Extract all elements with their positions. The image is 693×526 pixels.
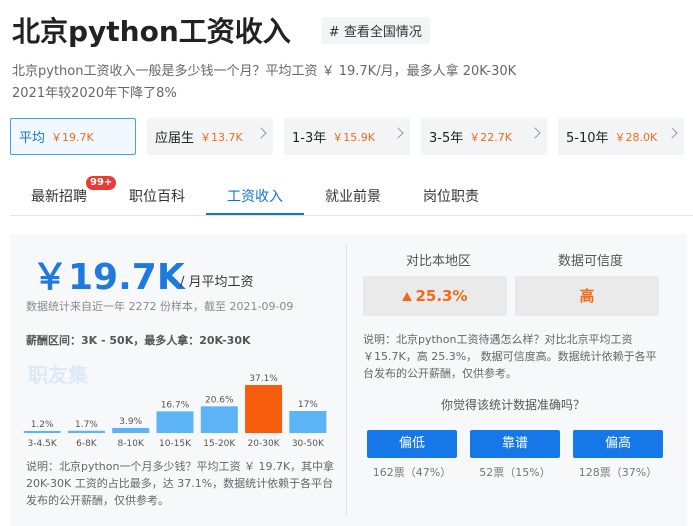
tab-label: 就业前景 xyxy=(325,189,381,205)
level-value: ￥15.9K xyxy=(332,130,375,144)
vote-low-button[interactable]: 偏低 xyxy=(367,430,457,458)
chevron-right-icon xyxy=(666,127,678,139)
salary-unit: / 月平均工资 xyxy=(180,275,254,290)
level-value: ￥28.0K xyxy=(614,130,658,144)
divider xyxy=(346,244,347,516)
level-value: ￥22.7K xyxy=(469,130,512,144)
level-card-graduate[interactable]: 应届生 ￥13.7K xyxy=(147,118,273,155)
category-label: 3-4.5K xyxy=(28,439,58,449)
level-card-3-5-years[interactable]: 3-5年 ￥22.7K xyxy=(421,118,547,155)
chart-bar xyxy=(23,431,61,433)
sample-note: 数据统计来自近一年 2272 份样本，截至 2021-09-09 xyxy=(26,300,294,313)
category-label: 15-20K xyxy=(203,439,236,449)
summary-line-1: 北京python工资收入一般是多少钱一个月？平均工资 ￥ 19.7K/月，最多人… xyxy=(12,64,517,79)
tab-employment-outlook[interactable]: 就业前景 xyxy=(304,178,402,215)
level-value: ￥13.7K xyxy=(200,130,243,144)
vote-high-button[interactable]: 偏高 xyxy=(573,430,663,458)
summary-line-2: 2021年较2020年下降了8% xyxy=(12,86,177,101)
vote-high: 偏高 128票（37%） xyxy=(573,430,663,480)
title-row: 北京python工资收入 # 查看全国情况 xyxy=(12,10,430,50)
tab-label: 职位百科 xyxy=(129,189,185,205)
vote-low: 偏低 162票（47%） xyxy=(367,430,457,480)
level-card-1-3-years[interactable]: 1-3年 ￥15.9K xyxy=(284,118,410,155)
page-title: 北京python工资收入 xyxy=(12,15,291,48)
tab-salary-income[interactable]: 工资收入 xyxy=(206,178,304,215)
chevron-right-icon xyxy=(255,127,267,139)
vote-row: 偏低 162票（47%） 靠谱 52票（15%） 偏高 128票（37%） xyxy=(367,430,663,480)
chart-bar xyxy=(112,427,150,433)
experience-level-row: 平均 ￥19.7K 应届生 ￥13.7K 1-3年 ￥15.9K 3-5年 ￥2… xyxy=(10,118,684,155)
salary-panel: ￥19.7K / 月平均工资 数据统计来自近一年 2272 份样本，截至 202… xyxy=(10,234,687,526)
level-name: 平均 xyxy=(19,131,46,146)
trust-label: 数据可信度 xyxy=(558,254,624,269)
average-salary: ￥19.7K xyxy=(32,257,185,298)
compare-value-box: 25.3% xyxy=(363,276,507,316)
category-label: 10-15K xyxy=(159,439,192,449)
chart-note: 说明：北京python一个月多少钱？平均工资 ￥ 19.7K，其中拿20K-30… xyxy=(26,460,335,507)
tab-label: 工资收入 xyxy=(227,189,283,205)
summary: 北京python工资收入一般是多少钱一个月？平均工资 ￥ 19.7K/月，最多人… xyxy=(12,61,532,105)
chart-bar xyxy=(289,411,327,433)
comparison-explain: 说明：北京python工资待遇怎么样？对比北京平均工资 ￥15.7K，高 25.… xyxy=(363,333,657,380)
chart-bar xyxy=(200,406,238,433)
chevron-right-icon xyxy=(392,127,404,139)
level-name: 应届生 xyxy=(155,131,195,146)
vote-reliable: 靠谱 52票（15%） xyxy=(470,430,560,480)
tab-job-duties[interactable]: 岗位职责 xyxy=(402,178,500,215)
level-card-5-10-years[interactable]: 5-10年 ￥28.0K xyxy=(558,118,684,155)
level-value: ￥19.7K xyxy=(51,130,94,144)
bar-value-label: 1.2% xyxy=(31,420,54,430)
category-label: 8-10K xyxy=(118,439,145,449)
compare-label: 对比本地区 xyxy=(406,254,472,269)
bar-value-label: 20.6% xyxy=(205,395,234,405)
level-name: 5-10年 xyxy=(566,131,609,146)
bar-value-label: 3.9% xyxy=(119,417,142,427)
tab-bar: 最新招聘 99+ 职位百科 工资收入 就业前景 岗位职责 xyxy=(10,176,693,216)
bar-value-label: 37.1% xyxy=(249,374,278,384)
tab-label: 最新招聘 xyxy=(31,189,87,205)
tab-label: 岗位职责 xyxy=(423,189,479,205)
salary-distribution-chart: 1.2% 3-4.5K 1.7% 6-8K 3.9% 8-10K 16.7% 10-15K 20… xyxy=(23,374,327,449)
trust-value: 高 xyxy=(579,287,595,305)
accuracy-question: 你觉得该统计数据准确吗？ xyxy=(440,398,585,412)
chevron-right-icon xyxy=(529,127,541,139)
category-label: 30-50K xyxy=(292,439,325,449)
level-card-average[interactable]: 平均 ￥19.7K xyxy=(10,118,136,155)
tab-job-encyclopedia[interactable]: 职位百科 xyxy=(108,178,206,215)
bar-value-label: 1.7% xyxy=(75,420,98,430)
bar-value-label: 16.7% xyxy=(161,400,190,410)
compare-value: 25.3% xyxy=(415,287,468,305)
vote-reliable-button[interactable]: 靠谱 xyxy=(470,430,560,458)
level-name: 3-5年 xyxy=(429,131,464,146)
view-national-button[interactable]: # 查看全国情况 xyxy=(320,16,430,44)
trust-value-box: 高 xyxy=(515,276,659,316)
vote-count: 52票（15%） xyxy=(479,466,551,479)
vote-count: 128票（37%） xyxy=(578,466,658,479)
chart-bar xyxy=(67,430,105,433)
category-label: 6-8K xyxy=(76,439,98,449)
arrow-up-icon xyxy=(402,292,413,301)
tab-latest-jobs[interactable]: 最新招聘 99+ xyxy=(10,176,117,215)
vote-count: 162票（47%） xyxy=(372,466,452,479)
chart-bar xyxy=(245,385,283,433)
level-name: 1-3年 xyxy=(292,131,327,146)
category-label: 20-30K xyxy=(248,439,281,449)
chart-bar xyxy=(156,411,194,433)
bar-value-label: 17% xyxy=(298,400,318,410)
